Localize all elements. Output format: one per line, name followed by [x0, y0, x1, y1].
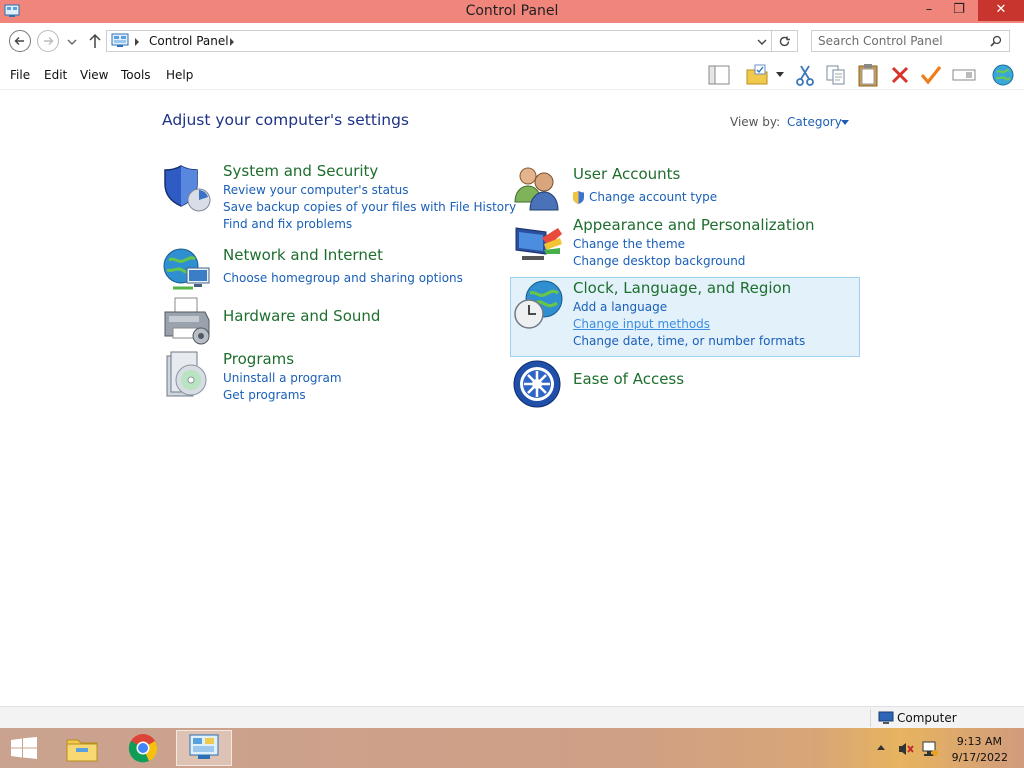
link-uninstall[interactable]: Uninstall a program [223, 371, 342, 385]
restore-button[interactable]: ❐ [944, 0, 974, 21]
category-appearance[interactable]: Appearance and Personalization [573, 216, 815, 234]
layout-pane-icon [708, 65, 730, 85]
taskbar-chrome[interactable] [115, 730, 171, 766]
page-heading: Adjust your computer's settings [162, 111, 409, 129]
link-file-history[interactable]: Save backup copies of your files with Fi… [223, 200, 516, 214]
network-status-icon[interactable] [921, 740, 939, 758]
breadcrumb-control-panel[interactable]: Control Panel [149, 34, 229, 48]
link-change-theme[interactable]: Change the theme [573, 237, 685, 251]
delete-icon [891, 66, 909, 84]
menu-tools[interactable]: Tools [121, 68, 151, 82]
web-button[interactable] [990, 63, 1016, 87]
cut-icon [796, 65, 814, 86]
status-divider [870, 709, 871, 727]
control-panel-icon [111, 33, 129, 47]
copy-button[interactable] [823, 63, 849, 87]
view-by-caret-icon[interactable] [841, 120, 849, 125]
up-arrow-icon[interactable] [88, 33, 102, 49]
link-review-status[interactable]: Review your computer's status [223, 183, 409, 197]
copy-icon [826, 65, 845, 85]
menu-help[interactable]: Help [166, 68, 193, 82]
address-bar[interactable]: Control Panel [106, 30, 772, 52]
category-system-security[interactable]: System and Security [223, 162, 378, 180]
properties-button[interactable] [918, 63, 944, 87]
breadcrumb-chevron-icon[interactable] [229, 38, 235, 46]
folder-options-dropdown-icon[interactable] [776, 72, 784, 78]
status-bar: Computer [0, 706, 1024, 728]
category-network-internet[interactable]: Network and Internet [223, 246, 383, 264]
shield-icon[interactable] [161, 162, 213, 214]
control-panel-icon [189, 734, 219, 759]
search-icon[interactable] [990, 35, 1002, 47]
search-input[interactable] [811, 30, 1010, 52]
window-title: Control Panel [465, 3, 559, 19]
breadcrumb-separator-icon[interactable] [134, 38, 140, 46]
menu-edit[interactable]: Edit [44, 68, 67, 82]
folder-options-icon [746, 64, 768, 85]
status-location: Computer [897, 711, 957, 725]
taskbar-time[interactable]: 9:13 AM [940, 735, 1002, 748]
category-hardware-sound[interactable]: Hardware and Sound [223, 307, 380, 325]
programs-disc-icon[interactable] [161, 350, 213, 402]
ease-of-access-icon[interactable] [512, 359, 564, 411]
delete-button[interactable] [887, 63, 913, 87]
printer-icon[interactable] [161, 296, 213, 348]
paste-icon [858, 64, 878, 87]
category-programs[interactable]: Programs [223, 350, 294, 368]
menu-view[interactable]: View [80, 68, 108, 82]
link-desktop-background[interactable]: Change desktop background [573, 254, 745, 268]
menu-file[interactable]: File [10, 68, 30, 82]
paste-button[interactable] [855, 63, 881, 87]
minimize-button[interactable]: – [914, 0, 944, 21]
refresh-button[interactable] [772, 30, 798, 52]
show-hidden-icons-icon[interactable] [877, 745, 885, 750]
category-clock-language[interactable]: Clock, Language, and Region [573, 279, 791, 297]
properties-check-icon [920, 66, 942, 85]
taskbar [0, 728, 1024, 768]
users-icon[interactable] [512, 162, 564, 214]
view-by-label: View by: [730, 115, 781, 129]
view-by-dropdown[interactable]: Category [787, 115, 842, 129]
address-dropdown-icon[interactable] [757, 38, 767, 46]
recent-locations-chevron-icon[interactable] [67, 38, 77, 46]
volume-muted-icon[interactable] [897, 741, 915, 757]
file-explorer-icon [66, 739, 98, 762]
link-get-programs[interactable]: Get programs [223, 388, 306, 402]
link-date-time-formats[interactable]: Change date, time, or number formats [573, 334, 805, 348]
folder-options-button[interactable] [744, 63, 770, 87]
layout-pane-button[interactable] [706, 63, 732, 87]
monitor-color-icon[interactable] [512, 218, 564, 270]
link-add-language[interactable]: Add a language [573, 300, 667, 314]
category-user-accounts[interactable]: User Accounts [573, 165, 680, 183]
taskbar-date[interactable]: 9/17/2022 [940, 751, 1008, 764]
windows-start-icon[interactable] [10, 737, 38, 759]
clock-globe-icon[interactable] [512, 279, 564, 331]
taskbar-file-explorer[interactable] [54, 730, 110, 766]
cut-button[interactable] [792, 63, 818, 87]
link-change-account-type[interactable]: Change account type [589, 190, 717, 204]
link-find-fix[interactable]: Find and fix problems [223, 217, 352, 231]
link-change-input-methods[interactable]: Change input methods [573, 317, 710, 331]
refresh-icon [779, 36, 790, 47]
rename-button[interactable] [951, 63, 977, 87]
rename-icon [952, 69, 976, 81]
chrome-icon [128, 734, 158, 763]
category-ease-of-access[interactable]: Ease of Access [573, 370, 684, 388]
web-icon [992, 64, 1014, 86]
uac-shield-icon [573, 191, 584, 204]
back-arrow-icon [14, 37, 24, 45]
link-homegroup[interactable]: Choose homegroup and sharing options [223, 271, 463, 285]
network-globe-icon[interactable] [161, 244, 213, 296]
title-bar: Control Panel – ❐ ✕ [0, 0, 1024, 23]
forward-arrow-icon [44, 37, 54, 45]
computer-icon [878, 711, 894, 724]
back-button[interactable] [9, 30, 31, 52]
close-button[interactable]: ✕ [978, 0, 1024, 21]
address-row: Control Panel [0, 23, 1024, 60]
taskbar-control-panel[interactable] [176, 730, 232, 766]
forward-button[interactable] [37, 30, 59, 52]
